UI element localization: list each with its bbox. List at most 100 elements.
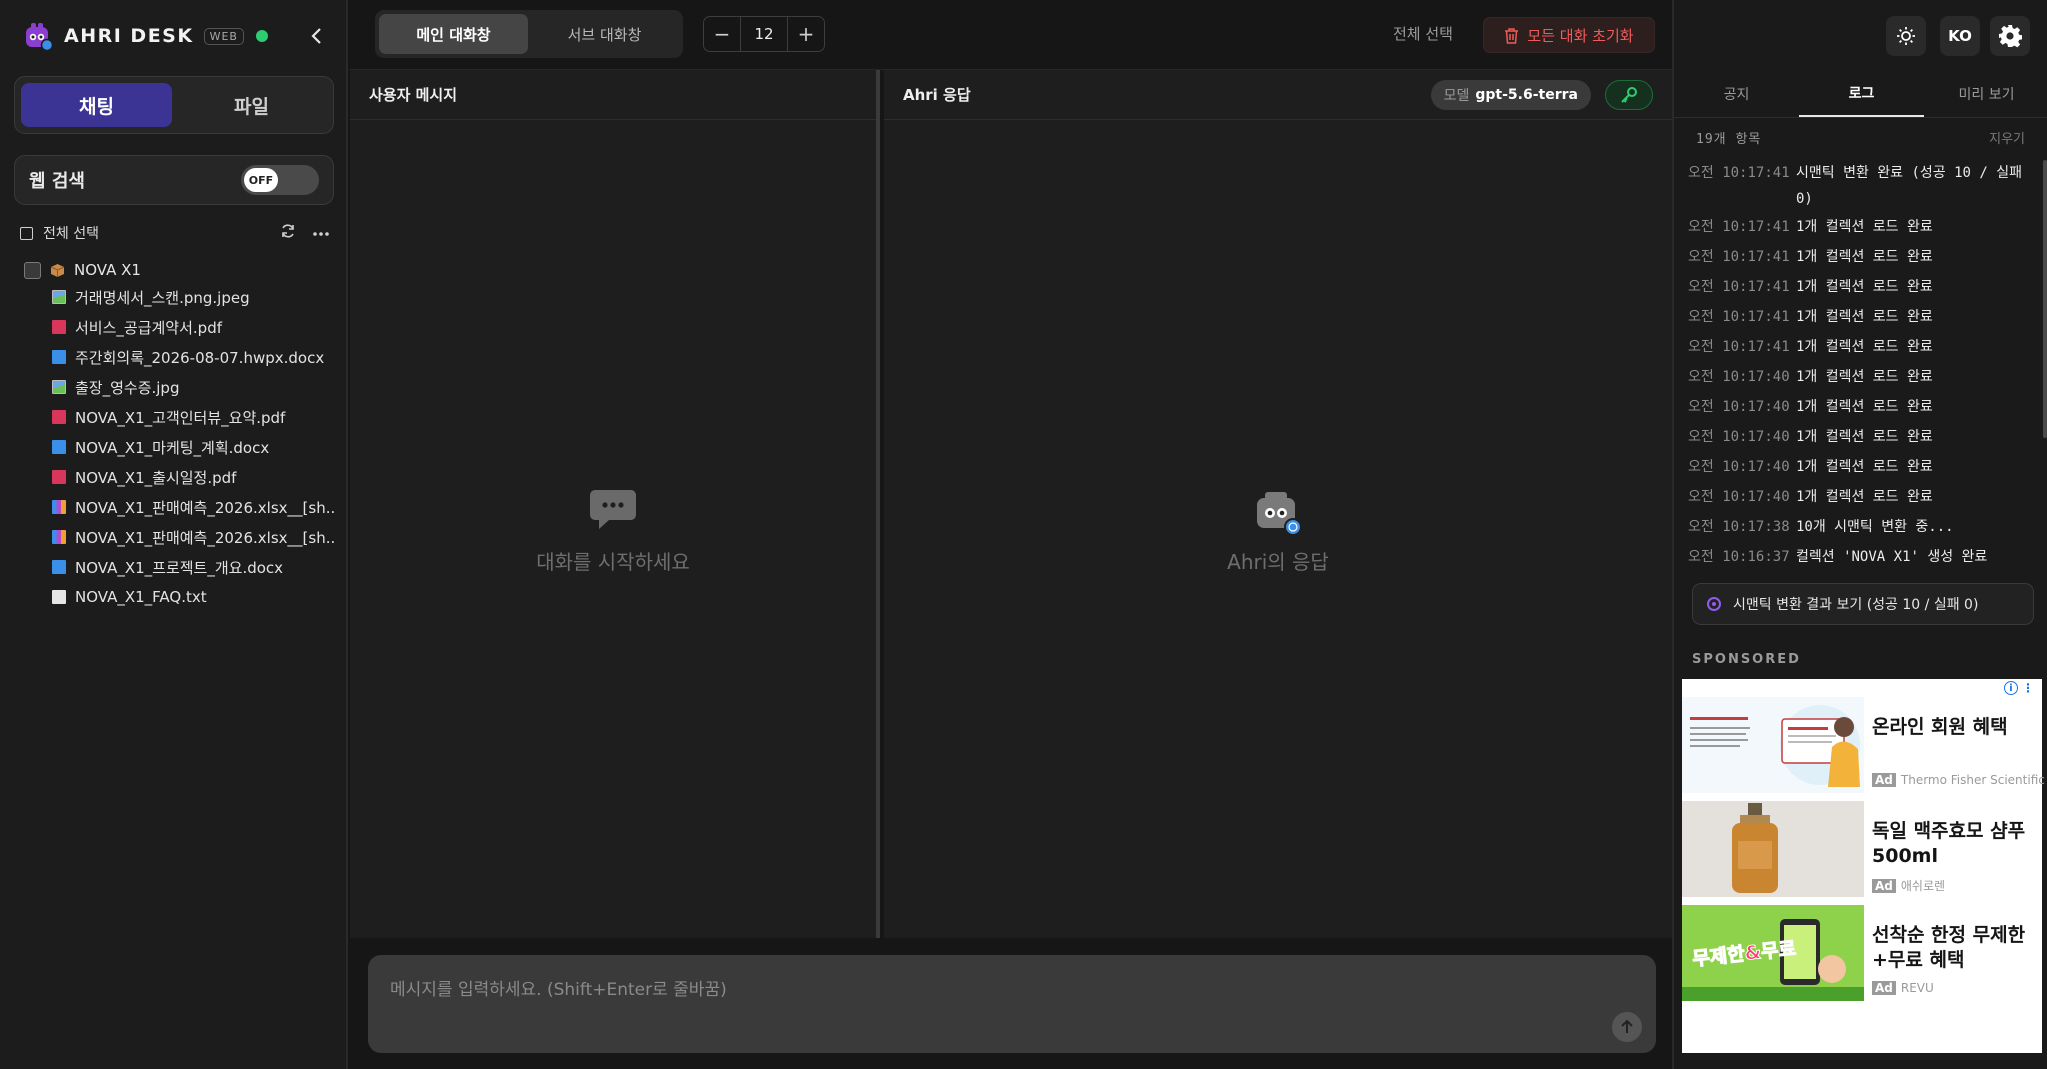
file-item[interactable]: NOVA_X1_프로젝트_개요.docx — [24, 552, 334, 582]
settings-button[interactable] — [1990, 16, 2030, 56]
app-name: AHRI DESK — [64, 25, 194, 47]
tab-sub-conversation[interactable]: 서브 대화창 — [530, 14, 679, 54]
select-all-row: 전체 선택 — [20, 222, 330, 244]
log-message: 1개 컬렉션 로드 완료 — [1796, 369, 1933, 385]
info-icon: i — [2004, 681, 2018, 695]
message-input[interactable] — [368, 955, 1656, 1053]
ahri-response-pane: Ahri 응답 모델 gpt-5.6-terra Ahri의 응답 — [884, 70, 1672, 938]
text-file-icon — [52, 590, 66, 604]
log-message: 1개 컬렉션 로드 완료 — [1796, 219, 1933, 235]
log-entry: 오전 10:17:40 1개 컬렉션 로드 완료 — [1688, 482, 2036, 512]
reset-all-conversations-button[interactable]: 모든 대화 초기화 — [1483, 17, 1655, 53]
ad-item[interactable]: 온라인 회원 혜택 Ad Thermo Fisher Scientific — [1682, 697, 2045, 797]
user-pane-header: 사용자 메시지 — [350, 70, 876, 120]
log-timestamp: 오전 10:17:40 — [1688, 489, 1790, 505]
log-timestamp: 오전 10:16:37 — [1688, 549, 1790, 565]
more-vertical-icon: ⋮ — [2022, 681, 2034, 695]
stepper-value[interactable]: 12 — [740, 17, 788, 51]
file-item[interactable]: NOVA_X1_판매예측_2026.xlsx__[sh... — [24, 492, 334, 522]
file-item[interactable]: 출장_영수증.jpg — [24, 372, 334, 402]
theme-toggle-button[interactable] — [1886, 16, 1926, 56]
refresh-button[interactable] — [280, 223, 296, 243]
tab-log[interactable]: 로그 — [1799, 70, 1924, 117]
mode-tab-files[interactable]: 파일 — [176, 83, 327, 127]
tab-main-conversation[interactable]: 메인 대화창 — [379, 14, 528, 54]
image-file-icon — [52, 380, 66, 394]
log-entry: 오전 10:17:41 1개 컬렉션 로드 완료 — [1688, 242, 2036, 272]
file-name: NOVA_X1_FAQ.txt — [75, 588, 207, 606]
ad-source: Ad Thermo Fisher Scientific — [1872, 773, 2045, 787]
select-all-conversations-button[interactable]: 전체 선택 — [1393, 23, 1453, 44]
package-icon — [50, 263, 65, 277]
log-entry: 오전 10:17:41 1개 컬렉션 로드 완료 — [1688, 332, 2036, 362]
log-entry: 오전 10:17:40 1개 컬렉션 로드 완료 — [1688, 362, 2036, 392]
refresh-icon — [282, 224, 294, 238]
log-message: 1개 컬렉션 로드 완료 — [1796, 399, 1933, 415]
ahri-pane-header: Ahri 응답 모델 gpt-5.6-terra — [884, 70, 1672, 120]
web-search-row: 웹 검색 OFF — [14, 155, 334, 205]
log-entry: 오전 10:17:41 1개 컬렉션 로드 완료 — [1688, 212, 2036, 242]
sponsored-label: SPONSORED — [1692, 652, 1801, 667]
pdf-file-icon — [52, 320, 66, 334]
api-key-button[interactable] — [1605, 79, 1653, 110]
ad-container: i ⋮ 온라인 회원 혜택 Ad Thermo Fisher Scientific — [1682, 679, 2045, 1053]
ad-item[interactable]: 독일 맥주효모 샴푸 500ml Ad 애쉬로렌 — [1682, 801, 2042, 901]
collapse-sidebar-button[interactable] — [304, 22, 330, 50]
file-item[interactable]: NOVA_X1_출시일정.pdf — [24, 462, 334, 492]
file-item[interactable]: 거래명세서_스캔.png.jpeg — [24, 282, 334, 312]
file-name: 주간회의록_2026-08-07.hwpx.docx — [75, 348, 325, 367]
web-search-toggle[interactable]: OFF — [241, 165, 319, 195]
file-item[interactable]: NOVA_X1_FAQ.txt — [24, 582, 334, 612]
mode-tab-chat[interactable]: 채팅 — [21, 83, 172, 127]
web-badge: WEB — [203, 27, 244, 45]
view-semantic-results-button[interactable]: 시맨틱 변환 결과 보기 (성공 10 / 실패 0) — [1692, 583, 2034, 625]
log-timestamp: 오전 10:17:40 — [1688, 459, 1790, 475]
log-timestamp: 오전 10:17:41 — [1688, 165, 1790, 181]
ad-choices[interactable]: i ⋮ — [2004, 681, 2034, 695]
tab-notice[interactable]: 공지 — [1674, 70, 1799, 117]
file-item[interactable]: NOVA_X1_고객인터뷰_요약.pdf — [24, 402, 334, 432]
count-stepper: − 12 + — [703, 16, 825, 52]
folder-checkbox[interactable] — [24, 261, 41, 279]
log-scrollbar[interactable] — [2043, 160, 2047, 438]
ad-title: 선착순 한정 무제한+무료 혜택 — [1872, 924, 2026, 971]
file-name: 거래명세서_스캔.png.jpeg — [75, 288, 250, 307]
select-all-checkbox[interactable] — [20, 226, 33, 240]
file-item[interactable]: 서비스_공급계약서.pdf — [24, 312, 334, 342]
more-horizontal-icon — [313, 232, 329, 236]
log-message: 컬렉션 'NOVA X1' 생성 완료 — [1796, 549, 1988, 565]
connection-status-dot — [255, 30, 268, 42]
decrement-button[interactable]: − — [704, 17, 740, 51]
log-entry: 오전 10:17:40 1개 컬렉션 로드 완료 — [1688, 452, 2036, 482]
log-message: 1개 컬렉션 로드 완료 — [1796, 459, 1933, 475]
log-list: 오전 10:17:41 시맨틱 변환 완료 (성공 10 / 실패 0) 오전 1… — [1688, 158, 2036, 570]
file-name: NOVA_X1_출시일정.pdf — [75, 468, 237, 487]
ad-source-name: REVU — [1900, 981, 1934, 995]
target-icon — [1707, 597, 1721, 611]
tab-preview[interactable]: 미리 보기 — [1924, 70, 2047, 117]
clear-log-button[interactable]: 지우기 — [1989, 128, 2025, 147]
ad-item[interactable]: 무제한&무료 선착순 한정 무제한+무료 혜택 Ad REVU — [1682, 905, 2042, 1005]
file-item[interactable]: 주간회의록_2026-08-07.hwpx.docx — [24, 342, 334, 372]
model-value: gpt-5.6-terra — [1475, 86, 1578, 103]
more-options-button[interactable] — [312, 225, 330, 241]
send-button[interactable] — [1612, 1012, 1642, 1042]
ad-tag: Ad — [1872, 878, 1896, 893]
file-name: NOVA_X1_판매예측_2026.xlsx__[sh... — [75, 528, 334, 547]
increment-button[interactable]: + — [788, 17, 824, 51]
image-file-icon — [52, 290, 66, 304]
ad-thumbnail-image: 무제한&무료 — [1682, 905, 1864, 1001]
log-entry: 오전 10:17:41 1개 컬렉션 로드 완료 — [1688, 272, 2036, 302]
folder-row[interactable]: NOVA X1 — [24, 258, 334, 282]
log-timestamp: 오전 10:17:41 — [1688, 279, 1790, 295]
select-all-label: 전체 선택 — [43, 226, 99, 242]
user-empty-text: 대화를 시작하세요 — [536, 550, 690, 574]
model-selector[interactable]: 모델 gpt-5.6-terra — [1430, 79, 1591, 110]
chevron-left-icon — [311, 28, 321, 44]
ahri-empty-text: Ahri의 응답 — [1227, 550, 1329, 574]
message-input-area — [350, 938, 1672, 1069]
file-item[interactable]: NOVA_X1_마케팅_계획.docx — [24, 432, 334, 462]
file-item[interactable]: NOVA_X1_판매예측_2026.xlsx__[sh... — [24, 522, 334, 552]
log-message: 1개 컬렉션 로드 완료 — [1796, 249, 1933, 265]
language-button[interactable]: KO — [1940, 16, 1980, 56]
